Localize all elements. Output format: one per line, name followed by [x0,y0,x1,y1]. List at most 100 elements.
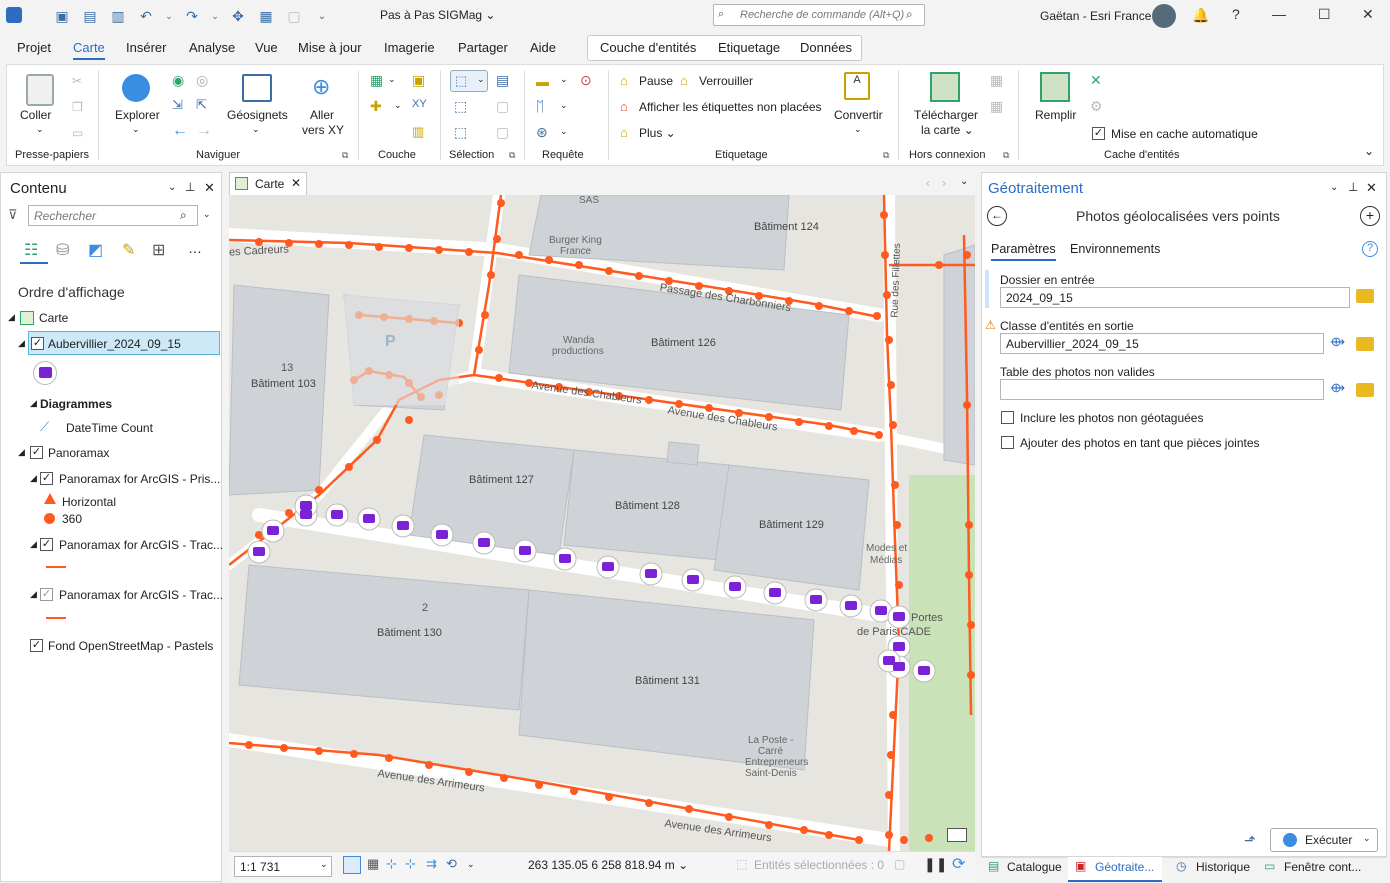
tree-panoramax[interactable]: Panoramax [48,446,109,460]
tabs-list-icon[interactable]: ⌄ [960,176,968,187]
project-title[interactable]: Pas à Pas SIGMag ⌄ [380,8,495,22]
select-tool-button[interactable]: ⬚ ⌄ [450,70,488,92]
tab-mise-a-jour[interactable]: Mise à jour [298,40,362,55]
map-overview-icon[interactable] [947,828,967,842]
minimize-icon[interactable]: — [1272,6,1286,22]
paste-button[interactable]: Coller [20,108,51,122]
user-name[interactable]: Gaëtan - Esri France [1040,9,1151,23]
coordinate-dropdown-icon[interactable]: ⌄ [560,126,568,137]
expand-pano3-icon[interactable]: ◢ [30,589,37,600]
zoom-to-selection-icon[interactable]: ⬚ [454,124,467,141]
layer-file-icon[interactable]: ▥ [412,124,424,140]
xy-table-icon[interactable]: XY [412,98,427,110]
tab-popup[interactable]: Fenêtre cont... [1284,860,1361,874]
tab-couche-entites[interactable]: Couche d'entités [600,40,696,55]
constraint-icon[interactable]: ⊹ [405,856,416,872]
map-canvas[interactable]: Bâtiment 124 Bâtiment 126 13 Bâtiment 10… [229,195,975,851]
list-by-source-icon[interactable]: ⛁ [56,240,69,260]
maximize-icon[interactable]: ☐ [1318,6,1331,23]
tab-catalog[interactable]: Catalogue [1007,860,1062,874]
gp-pin-icon[interactable]: ⊥ [1348,180,1358,194]
download-map-icon[interactable] [930,72,960,102]
navigation-icon[interactable]: ⇉ [426,856,437,872]
tab-donnees[interactable]: Données [800,40,852,55]
tabs-scroll-right-icon[interactable]: › [942,176,946,190]
explore-tool-icon[interactable]: ✥ [228,6,248,26]
select-by-location-icon[interactable]: ⬚ [454,98,467,115]
more-options-icon[interactable]: … [188,240,202,256]
scale-dropdown-icon[interactable]: ⌄ [320,859,328,870]
collapse-ribbon-icon[interactable]: ⌄ [1364,144,1374,158]
map-svg[interactable] [229,195,975,851]
bookmarks-dropdown-icon[interactable]: ⌄ [252,124,260,135]
tab-parameters[interactable]: Paramètres [991,242,1056,261]
measure-icon[interactable]: ▬ [536,74,549,89]
infographics-dropdown-icon[interactable]: ⌄ [560,100,568,111]
explore-button[interactable]: Explorer [115,108,160,122]
paste-dropdown-icon[interactable]: ⌄ [36,124,44,135]
add-layer-icon[interactable]: ✚ [370,98,382,115]
zoom-out-fixed-icon[interactable]: ⇱ [196,97,207,113]
layout-icon[interactable]: ▦ [256,6,276,26]
selection-launcher-icon[interactable]: ⧉ [509,150,515,161]
rotation-dropdown-icon[interactable]: ⌄ [467,859,475,870]
navigate-launcher-icon[interactable]: ⧉ [342,150,348,161]
tab-partager[interactable]: Partager [458,40,508,55]
goto-xy-label-1[interactable]: Aller [310,108,334,122]
new-project-icon[interactable]: ▣ [52,6,72,26]
add-tool-icon[interactable]: + [1360,206,1380,226]
pano3-visibility-checkbox[interactable]: ✓ [40,588,53,601]
input-folder-field[interactable]: 2024_09_15 [1000,287,1350,308]
contents-search-input[interactable]: Rechercher [28,205,198,226]
unplaced-labels-button[interactable]: Afficher les étiquettes non placées [639,100,822,114]
goto-xy-icon[interactable]: ⊕ [312,74,330,100]
convert-dropdown-icon[interactable]: ⌄ [854,124,862,135]
tab-inserer[interactable]: Insérer [126,40,166,55]
pane-menu-icon[interactable]: ⌄ [168,182,176,193]
add-attachments-checkbox[interactable] [1001,436,1014,449]
tab-carte[interactable]: Carte [73,40,105,60]
tree-pano-traces-2[interactable]: Panoramax for ArcGIS - Trac... [59,588,223,602]
clear-cache-icon[interactable]: ✕ [1090,72,1102,89]
tab-analyse[interactable]: Analyse [189,40,235,55]
list-drawing-order-button[interactable]: ☷ [20,238,48,264]
pause-labels-icon[interactable]: ⌂ [620,73,628,88]
tab-aide[interactable]: Aide [530,40,556,55]
undo-icon[interactable]: ↶ [136,6,156,26]
redo-dropdown-icon[interactable]: ⌄ [210,6,220,26]
scale-selector[interactable]: 1:1 731 [234,856,332,877]
goto-xy-label-2[interactable]: vers XY [302,123,344,137]
tab-imagerie[interactable]: Imagerie [384,40,435,55]
locate-icon[interactable]: ⊙ [580,72,592,89]
auto-cache-checkbox[interactable]: ✓ [1092,127,1105,140]
photo-symbol-icon[interactable] [33,361,57,385]
undo-dropdown-icon[interactable]: ⌄ [164,6,174,26]
avatar[interactable] [1152,4,1176,28]
bookmarks-button[interactable]: Géosignets [227,108,288,122]
tab-history[interactable]: Historique [1196,860,1250,874]
more-labeling-icon[interactable]: ⌂ [620,125,628,140]
customize-qat-icon[interactable]: ⌄ [312,6,332,26]
table-link-icon[interactable]: ⟴ [1330,380,1345,396]
expand-map-icon[interactable]: ◢ [8,312,15,323]
search-icon[interactable]: ⌕ [906,7,913,22]
unplaced-labels-icon[interactable]: ⌂ [620,99,628,114]
coordinates-readout[interactable]: 263 135.05 6 258 818.94 m ⌄ [528,858,688,872]
command-search-input[interactable]: Recherche de commande (Alt+Q) [713,4,925,26]
add-layer-dropdown-icon[interactable]: ⌄ [394,100,402,111]
save-project-icon[interactable]: ▥ [108,6,128,26]
map-view-tab[interactable]: Carte ✕ [229,172,307,195]
lock-labels-button[interactable]: Verrouiller [699,74,753,88]
tab-environments[interactable]: Environnements [1070,242,1160,256]
batch-icon[interactable]: ⬏ [1244,832,1256,849]
fill-cache-button[interactable]: Remplir [1035,108,1076,122]
layer-visibility-checkbox[interactable]: ✓ [31,337,44,350]
labeling-launcher-icon[interactable]: ⧉ [883,150,889,161]
browse-output-icon[interactable] [1356,337,1374,351]
pin-icon[interactable]: ⊥ [185,180,195,194]
gp-pane-menu-icon[interactable]: ⌄ [1330,182,1338,193]
coordinate-conversion-icon[interactable]: ⊛ [536,124,548,141]
browse-folder-icon[interactable] [1356,289,1374,303]
add-data-icon[interactable]: ▣ [412,72,425,89]
output-fc-field[interactable]: Aubervillier_2024_09_15 [1000,333,1324,354]
